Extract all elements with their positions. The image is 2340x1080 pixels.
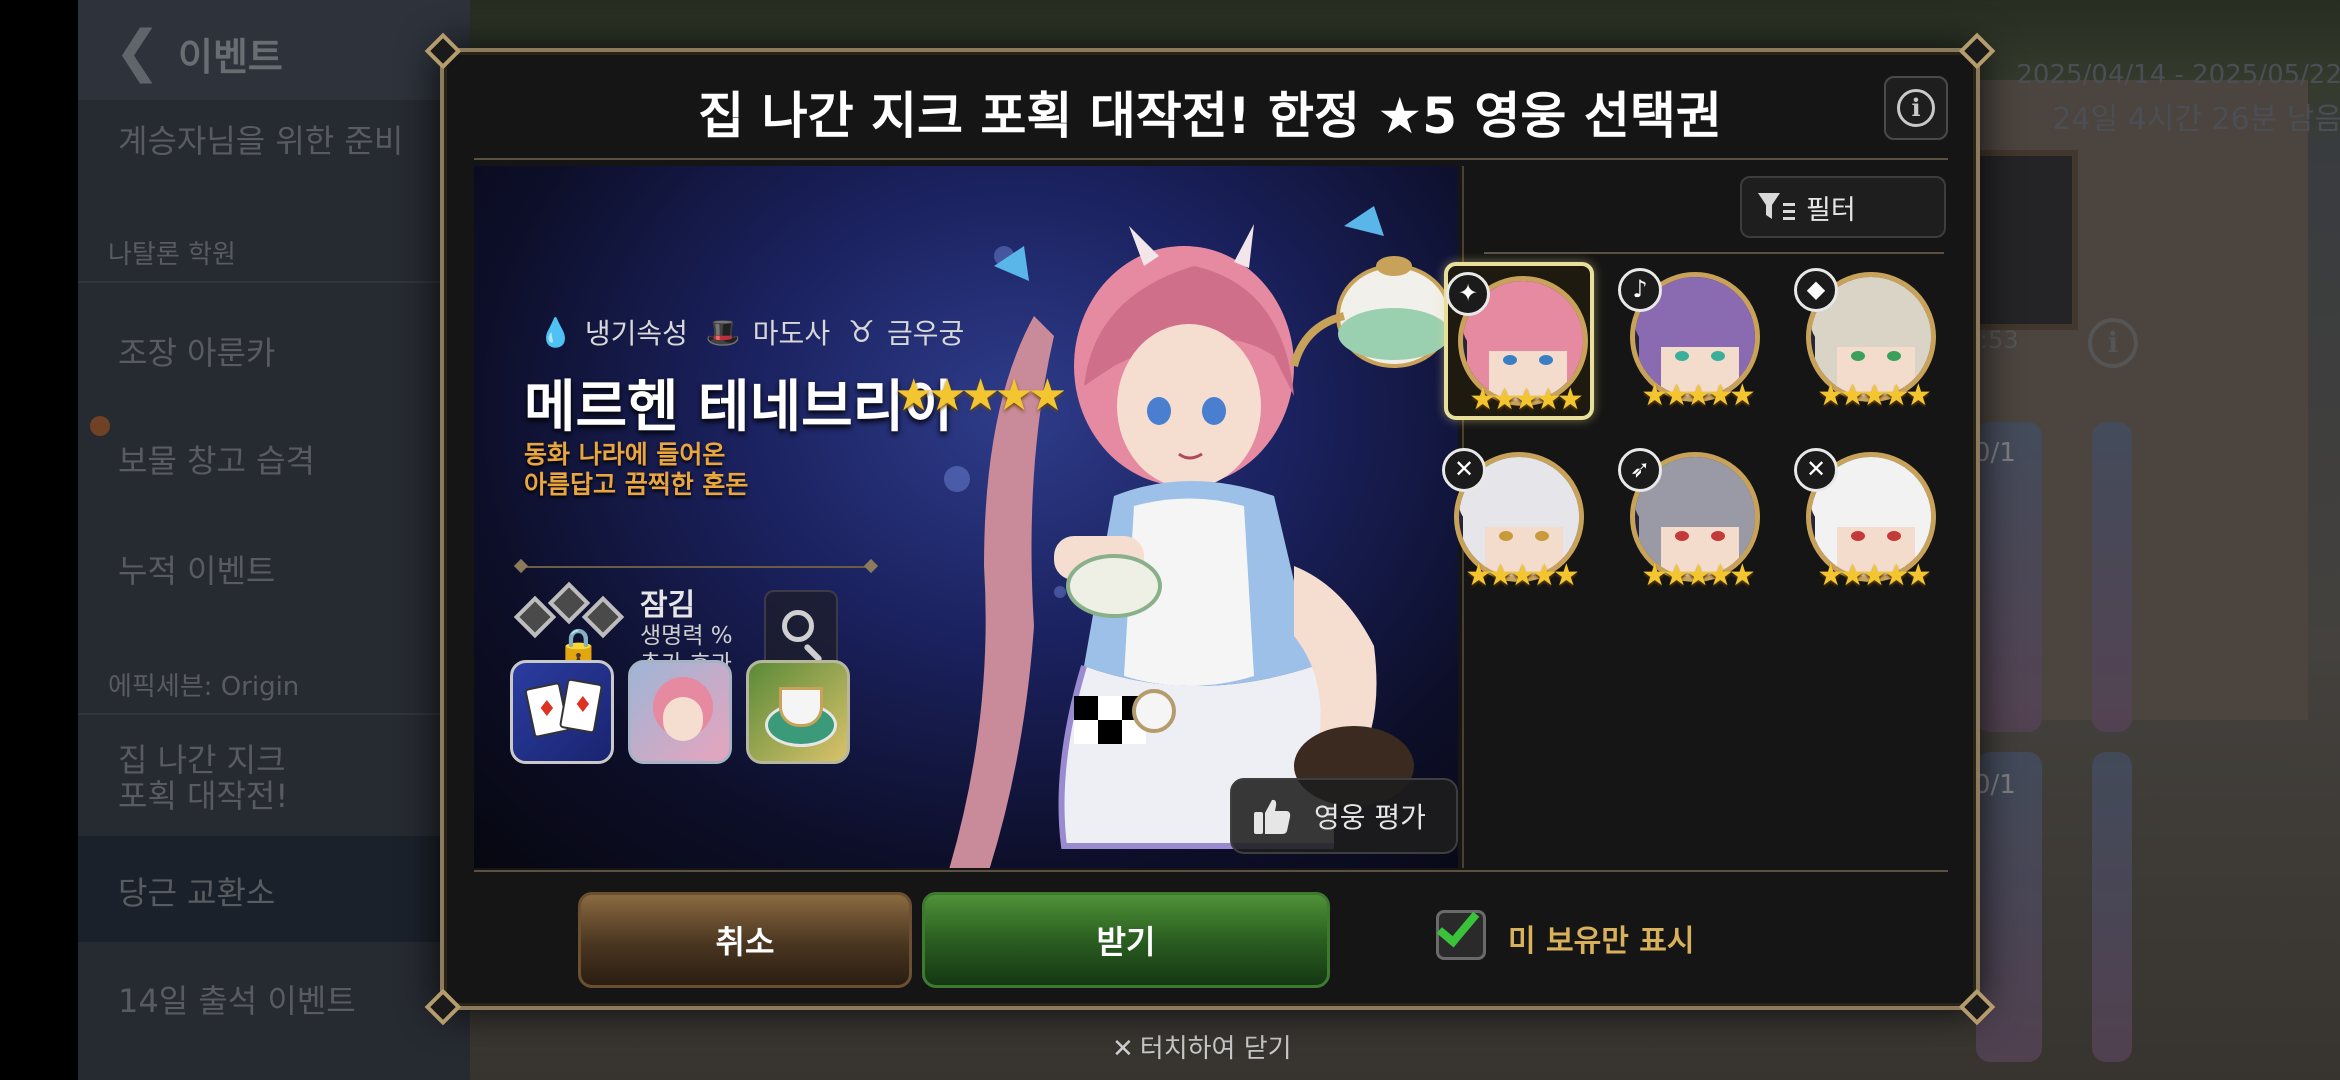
hero-illustration bbox=[949, 206, 1452, 868]
hero-class-icon: ◆ bbox=[1794, 268, 1838, 312]
list-divider bbox=[1484, 252, 1944, 254]
hero-rating-label: 영웅 평가 bbox=[1314, 801, 1426, 834]
title-divider bbox=[474, 158, 1948, 160]
hero-class-icon: ♪ bbox=[1618, 268, 1662, 312]
filter-button[interactable]: 필터 bbox=[1740, 176, 1946, 238]
close-icon: ✕ bbox=[1112, 1034, 1134, 1064]
ice-element-icon: 💧 bbox=[538, 315, 573, 349]
filter-icon bbox=[1758, 193, 1795, 220]
class-label: 마도사 bbox=[752, 317, 831, 350]
checkmark-icon bbox=[1436, 902, 1480, 948]
hero-detail-panel: 💧 냉기속성 🎩 마도사 ♉ 금우궁 메르헨 테네브리아 ★★★★★ 동화 나라… bbox=[474, 166, 1458, 868]
hero-star-rating: ★★★★★ bbox=[1641, 378, 1755, 413]
hero-list-item[interactable]: ◆ ★★★★★ bbox=[1794, 262, 1946, 420]
info-button[interactable]: i bbox=[1884, 76, 1948, 140]
filter-label: 필터 bbox=[1806, 194, 1856, 226]
hero-description: 동화 나라에 들어온 아름답고 끔찍한 혼돈 bbox=[524, 440, 748, 500]
hero-star-rating: ★★★★★ bbox=[1817, 378, 1931, 413]
zoom-button[interactable] bbox=[764, 590, 838, 670]
hero-star-rating: ★★★★★ bbox=[894, 370, 1067, 421]
zodiac-label: 금우궁 bbox=[886, 317, 965, 350]
receive-label: 받기 bbox=[1096, 923, 1156, 961]
mage-class-icon: 🎩 bbox=[705, 315, 741, 349]
hero-class-icon: ✕ bbox=[1794, 448, 1838, 492]
close-hint-label: 터치하여 닫기 bbox=[1139, 1034, 1292, 1064]
hero-desc-line: 동화 나라에 들어온 bbox=[524, 440, 726, 469]
hero-star-rating: ★★★★★ bbox=[1469, 382, 1583, 417]
hero-list-item[interactable]: ➶ ★★★★★ bbox=[1618, 442, 1770, 600]
hero-star-rating: ★★★★★ bbox=[1465, 558, 1579, 593]
thumbs-up-icon bbox=[1254, 799, 1291, 834]
element-label: 냉기속성 bbox=[584, 317, 688, 350]
close-hint[interactable]: ✕ 터치하여 닫기 bbox=[1112, 1028, 1292, 1065]
unowned-only-checkbox[interactable] bbox=[1436, 902, 1486, 960]
hero-class-icon: ➶ bbox=[1618, 448, 1662, 492]
hero-list-item[interactable]: ✕ ★★★★★ bbox=[1794, 442, 1946, 600]
magnifier-icon bbox=[782, 610, 814, 642]
bottom-divider bbox=[474, 870, 1948, 872]
info-icon: i bbox=[1897, 89, 1935, 127]
hero-list-item[interactable]: ✦ ★★★★★ bbox=[1444, 262, 1594, 420]
cancel-button[interactable]: 취소 bbox=[578, 892, 912, 988]
hero-name: 메르헨 테네브리아 bbox=[524, 375, 956, 440]
skill-3-icon[interactable] bbox=[746, 660, 850, 764]
hero-list-item[interactable]: ♪ ★★★★★ bbox=[1618, 262, 1770, 420]
taurus-zodiac-icon: ♉ bbox=[848, 314, 875, 350]
hero-class-icon: ✕ bbox=[1442, 448, 1486, 492]
skill-1-icon[interactable]: ♦ ♦ bbox=[510, 660, 614, 764]
hero-attributes: 💧 냉기속성 🎩 마도사 ♉ 금우궁 bbox=[538, 312, 964, 352]
modal-title: 집 나간 지크 포획 대작전! 한정 ★5 영웅 선택권 bbox=[698, 87, 1722, 145]
cancel-label: 취소 bbox=[715, 923, 775, 961]
teapot bbox=[1290, 256, 1452, 368]
hero-class-icon: ✦ bbox=[1446, 272, 1490, 316]
hero-info-divider bbox=[520, 566, 872, 568]
hero-selection-modal: 집 나간 지크 포획 대작전! 한정 ★5 영웅 선택권 i 💧 냉기속성 🎩 … bbox=[424, 32, 1996, 1026]
hero-star-rating: ★★★★★ bbox=[1817, 558, 1931, 593]
hero-rating-button[interactable]: 영웅 평가 bbox=[1230, 778, 1458, 854]
skill-2-icon[interactable] bbox=[628, 660, 732, 764]
receive-button[interactable]: 받기 bbox=[922, 892, 1330, 988]
hero-desc-line: 아름답고 끔찍한 혼돈 bbox=[524, 470, 749, 499]
hero-star-rating: ★★★★★ bbox=[1641, 558, 1755, 593]
hero-list-item[interactable]: ✕ ★★★★★ bbox=[1442, 442, 1594, 600]
unowned-only-label[interactable]: 미 보유만 표시 bbox=[1508, 916, 1695, 960]
